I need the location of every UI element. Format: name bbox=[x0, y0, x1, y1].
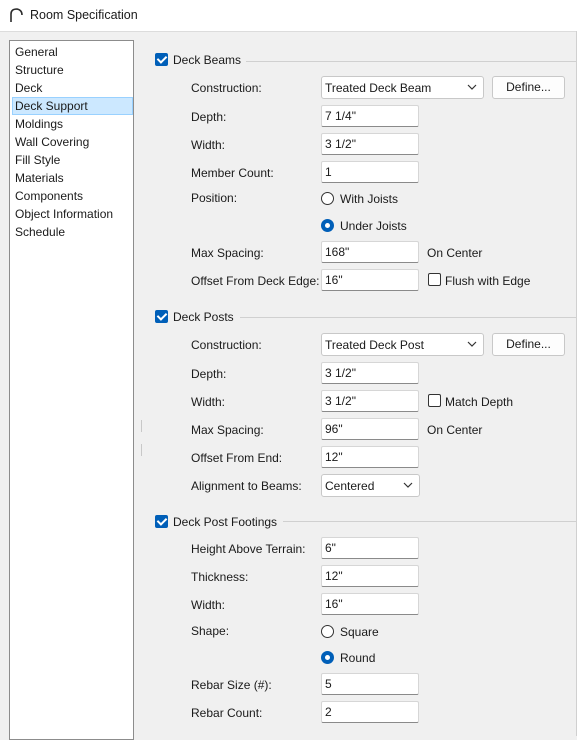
height-above-terrain-field[interactable]: 6" bbox=[321, 537, 419, 559]
panel-splitter[interactable] bbox=[140, 420, 143, 470]
rebar-count-field[interactable]: 2 bbox=[321, 701, 419, 723]
position-label: Position: bbox=[191, 191, 238, 205]
arch-icon bbox=[10, 8, 23, 22]
match-depth-label: Match Depth bbox=[445, 395, 514, 409]
post-construction-value: Treated Deck Post bbox=[325, 338, 424, 352]
post-max-spacing-label: Max Spacing: bbox=[191, 423, 264, 437]
post-depth-label: Depth: bbox=[191, 367, 227, 381]
alignment-dropdown[interactable]: Centered bbox=[321, 474, 420, 497]
post-depth-field[interactable]: 3 1/2" bbox=[321, 362, 419, 384]
beam-width-label: Width: bbox=[191, 138, 226, 152]
rebar-size-field[interactable]: 5 bbox=[321, 673, 419, 695]
beam-construction-label: Construction: bbox=[191, 81, 262, 95]
beam-on-center-label: On Center bbox=[427, 246, 483, 260]
deck-beams-checkbox[interactable] bbox=[155, 53, 168, 66]
post-define-button[interactable]: Define... bbox=[492, 333, 565, 356]
section-divider bbox=[246, 61, 577, 62]
under-joists-radio[interactable] bbox=[321, 219, 334, 232]
flush-with-edge-checkbox[interactable] bbox=[428, 273, 441, 286]
footings-title: Deck Post Footings bbox=[173, 515, 278, 529]
chevron-down-icon bbox=[467, 84, 477, 90]
sidebar-item-moldings[interactable]: Moldings bbox=[12, 115, 133, 133]
offset-deck-edge-field[interactable]: 16" bbox=[321, 269, 419, 291]
section-divider bbox=[283, 521, 577, 522]
member-count-field[interactable]: 1 bbox=[321, 161, 419, 183]
sidebar-item-deck-support[interactable]: Deck Support bbox=[12, 97, 133, 115]
post-construction-label: Construction: bbox=[191, 338, 262, 352]
footing-width-field[interactable]: 16" bbox=[321, 593, 419, 615]
sidebar-item-components[interactable]: Components bbox=[12, 187, 133, 205]
beam-construction-dropdown[interactable]: Treated Deck Beam bbox=[321, 76, 484, 99]
beam-depth-label: Depth: bbox=[191, 110, 227, 124]
sidebar-item-materials[interactable]: Materials bbox=[12, 169, 133, 187]
beam-max-spacing-label: Max Spacing: bbox=[191, 246, 264, 260]
sidebar-item-general[interactable]: General bbox=[12, 43, 133, 61]
round-label: Round bbox=[340, 651, 376, 665]
with-joists-radio[interactable] bbox=[321, 192, 334, 205]
deck-posts-checkbox[interactable] bbox=[155, 310, 168, 323]
flush-with-edge-label: Flush with Edge bbox=[445, 274, 531, 288]
offset-from-end-label: Offset From End: bbox=[191, 451, 283, 465]
chevron-down-icon bbox=[403, 482, 413, 488]
rebar-size-label: Rebar Size (#): bbox=[191, 678, 272, 692]
footing-width-label: Width: bbox=[191, 598, 226, 612]
thickness-label: Thickness: bbox=[191, 570, 249, 584]
post-on-center-label: On Center bbox=[427, 423, 483, 437]
post-construction-dropdown[interactable]: Treated Deck Post bbox=[321, 333, 484, 356]
alignment-label: Alignment to Beams: bbox=[191, 479, 302, 493]
chevron-down-icon bbox=[467, 341, 477, 347]
alignment-value: Centered bbox=[325, 479, 375, 493]
sidebar-item-object-information[interactable]: Object Information bbox=[12, 205, 133, 223]
offset-from-end-field[interactable]: 12" bbox=[321, 446, 419, 468]
square-label: Square bbox=[340, 625, 379, 639]
deck-beams-title: Deck Beams bbox=[173, 53, 242, 67]
member-count-label: Member Count: bbox=[191, 166, 274, 180]
deck-posts-title: Deck Posts bbox=[173, 310, 234, 324]
offset-deck-edge-label: Offset From Deck Edge: bbox=[191, 274, 320, 288]
beam-width-field[interactable]: 3 1/2" bbox=[321, 133, 419, 155]
section-divider bbox=[240, 317, 577, 318]
thickness-field[interactable]: 12" bbox=[321, 565, 419, 587]
beam-construction-value: Treated Deck Beam bbox=[325, 81, 432, 95]
post-max-spacing-field[interactable]: 96" bbox=[321, 418, 419, 440]
match-depth-checkbox[interactable] bbox=[428, 394, 441, 407]
title-bar: Room Specification bbox=[0, 0, 577, 32]
round-radio[interactable] bbox=[321, 651, 334, 664]
post-width-label: Width: bbox=[191, 395, 226, 409]
sidebar-item-schedule[interactable]: Schedule bbox=[12, 223, 133, 241]
footings-checkbox[interactable] bbox=[155, 515, 168, 528]
with-joists-label: With Joists bbox=[340, 192, 399, 206]
sidebar-item-structure[interactable]: Structure bbox=[12, 61, 133, 79]
category-list[interactable]: General Structure Deck Deck Support Mold… bbox=[9, 40, 134, 740]
beam-depth-field[interactable]: 7 1/4" bbox=[321, 105, 419, 127]
sidebar-item-wall-covering[interactable]: Wall Covering bbox=[12, 133, 133, 151]
beam-define-button[interactable]: Define... bbox=[492, 76, 565, 99]
shape-label: Shape: bbox=[191, 624, 230, 638]
under-joists-label: Under Joists bbox=[340, 219, 407, 233]
post-width-field[interactable]: 3 1/2" bbox=[321, 390, 419, 412]
rebar-count-label: Rebar Count: bbox=[191, 706, 263, 720]
window-title: Room Specification bbox=[30, 8, 138, 22]
square-radio[interactable] bbox=[321, 625, 334, 638]
sidebar-item-deck[interactable]: Deck bbox=[12, 79, 133, 97]
sidebar-item-fill-style[interactable]: Fill Style bbox=[12, 151, 133, 169]
beam-max-spacing-field[interactable]: 168" bbox=[321, 241, 419, 263]
height-above-terrain-label: Height Above Terrain: bbox=[191, 542, 306, 556]
